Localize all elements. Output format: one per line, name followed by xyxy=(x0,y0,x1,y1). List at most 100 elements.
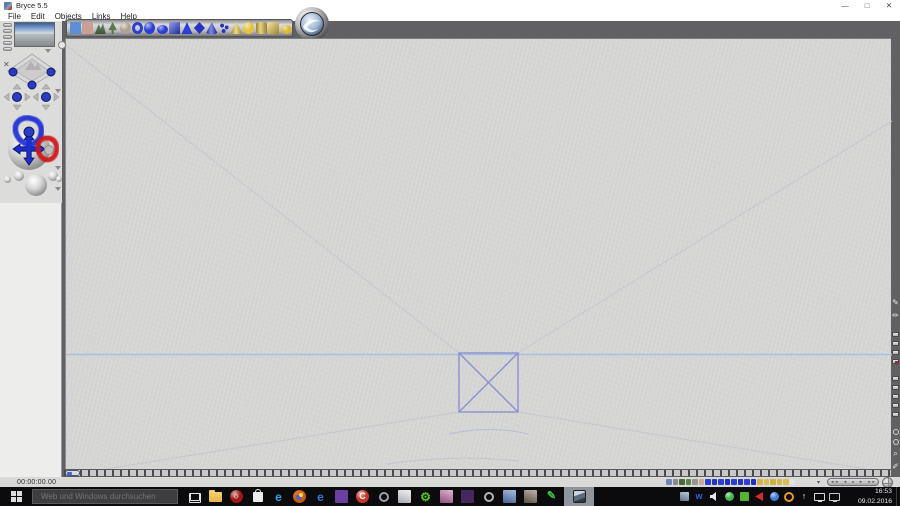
render-mode-button-1[interactable] xyxy=(892,332,899,337)
tool-gap-3[interactable] xyxy=(893,421,899,425)
plop-render-pencil-icon[interactable]: ✎ xyxy=(892,298,900,307)
mini-cone-icon[interactable] xyxy=(744,479,750,485)
tray-sync-icon[interactable] xyxy=(767,487,781,506)
mini-water-icon[interactable] xyxy=(666,479,672,485)
light-cylinder-icon[interactable] xyxy=(255,22,267,34)
mini-sphere-icon[interactable] xyxy=(711,479,717,485)
image-app-button[interactable] xyxy=(499,487,520,506)
palette-switch-button-1[interactable] xyxy=(3,23,12,27)
tray-antivirus-icon[interactable] xyxy=(722,487,736,506)
display-mode-button-2[interactable] xyxy=(892,385,899,390)
mini-torus-icon[interactable] xyxy=(705,479,711,485)
tray-media-icon[interactable] xyxy=(752,487,766,506)
file-explorer-button[interactable] xyxy=(205,487,226,506)
lab-button-2[interactable] xyxy=(892,439,899,445)
android-tool-button[interactable]: ⚙ xyxy=(415,487,436,506)
mini-group-icon[interactable] xyxy=(750,479,756,485)
notes-app-button[interactable] xyxy=(331,487,352,506)
tray-network-icon[interactable] xyxy=(827,487,841,506)
minimize-button[interactable]: — xyxy=(834,0,856,11)
jump-to-start-button[interactable]: ◄◄ xyxy=(830,478,838,486)
light-cone-icon[interactable] xyxy=(231,22,243,34)
utility-button[interactable] xyxy=(478,487,499,506)
ccleaner-button[interactable]: C xyxy=(352,487,373,506)
banking-sphere-1[interactable] xyxy=(4,176,11,183)
tray-photo-icon[interactable] xyxy=(677,487,691,506)
orbit-arrow-controls[interactable] xyxy=(3,83,61,111)
water-preset-icon[interactable] xyxy=(70,22,81,34)
mini-diamond-icon[interactable] xyxy=(737,479,743,485)
pan-cross-arrows-icon[interactable] xyxy=(12,132,46,166)
maximize-button[interactable]: □ xyxy=(856,0,878,11)
bryce-taskbar-button[interactable] xyxy=(564,487,594,506)
display-mode-button-3[interactable] xyxy=(892,394,899,399)
mini-palette-dropdown-icon[interactable]: ▾ xyxy=(817,479,820,486)
menu-edit[interactable]: Edit xyxy=(26,12,50,21)
light-slab-icon[interactable] xyxy=(280,24,292,35)
palette-switch-button-2[interactable] xyxy=(3,29,12,33)
tray-messenger-icon[interactable]: w xyxy=(692,487,706,506)
mini-cube-icon[interactable] xyxy=(724,479,730,485)
hand-tool-icon[interactable]: ✐ xyxy=(892,462,900,471)
mail-app-button[interactable] xyxy=(394,487,415,506)
flat-sphere-primitive-icon[interactable] xyxy=(156,24,168,35)
paint-tool-button[interactable]: ✎ xyxy=(541,487,562,506)
tray-device-icon[interactable]: ↑ xyxy=(797,487,811,506)
internet-explorer-button[interactable]: e xyxy=(268,487,289,506)
taskbar-clock[interactable]: 16:53 09.02.2016 xyxy=(844,487,892,505)
stone-preset-icon[interactable] xyxy=(82,22,94,34)
palette-switch-button-4[interactable] xyxy=(3,41,12,45)
mini-flat-sphere-icon[interactable] xyxy=(718,479,724,485)
spray-render-icon[interactable]: ✏ xyxy=(892,311,900,320)
show-desktop-button[interactable] xyxy=(896,487,900,506)
play-button[interactable]: ● xyxy=(852,478,854,486)
photo-viewer-button[interactable] xyxy=(436,487,457,506)
ground-plane-wireframe[interactable] xyxy=(458,352,519,413)
task-view-button[interactable] xyxy=(184,487,205,506)
panel-handle-icon[interactable] xyxy=(58,41,66,49)
banking-options-arrow-icon[interactable] xyxy=(55,187,61,191)
tree-preset-icon[interactable] xyxy=(108,22,117,34)
torus-primitive-icon[interactable] xyxy=(131,22,143,34)
tray-volume-icon[interactable] xyxy=(707,487,721,506)
tool-gap-2[interactable] xyxy=(893,368,899,372)
mini-terrain-icon[interactable] xyxy=(679,479,685,485)
viewport-canvas[interactable] xyxy=(65,38,892,470)
camera-ball-left[interactable] xyxy=(8,67,18,77)
orbit-ball-right[interactable] xyxy=(41,92,51,102)
mini-light-cone-icon[interactable] xyxy=(757,479,763,485)
tray-graphics-icon[interactable] xyxy=(737,487,751,506)
screenshot-tool-button[interactable] xyxy=(373,487,394,506)
edge-button[interactable]: e xyxy=(310,487,331,506)
palette-switch-button-3[interactable] xyxy=(3,35,12,39)
trackball-options-arrow-icon[interactable] xyxy=(55,166,61,170)
display-mode-button-1[interactable] xyxy=(892,376,899,381)
mini-rock-icon[interactable] xyxy=(692,479,698,485)
mini-pyramid-icon[interactable] xyxy=(731,479,737,485)
timeline-scrubber[interactable] xyxy=(65,470,80,476)
taskbar-search-input[interactable] xyxy=(32,489,178,504)
camera-ball-right[interactable] xyxy=(46,67,56,77)
render-active-button[interactable] xyxy=(892,359,899,364)
banking-sphere-4[interactable] xyxy=(56,176,62,182)
display-mode-button-4[interactable] xyxy=(892,403,899,408)
lab-button-1[interactable] xyxy=(892,429,899,435)
mini-stone-icon[interactable] xyxy=(698,479,704,485)
nano-preview-window[interactable] xyxy=(14,22,55,47)
light-cube-icon[interactable] xyxy=(268,22,280,34)
animation-timeline[interactable] xyxy=(64,469,891,477)
pyramid-primitive-icon[interactable] xyxy=(181,22,193,34)
close-button[interactable]: ✕ xyxy=(878,0,900,11)
photo-editor-button[interactable] xyxy=(520,487,541,506)
render-mode-button-3[interactable] xyxy=(892,350,899,355)
cube-primitive-icon[interactable] xyxy=(169,22,181,34)
movie-app-button[interactable] xyxy=(457,487,478,506)
orbit-options-arrow-icon[interactable] xyxy=(55,89,61,93)
store-button[interactable] xyxy=(247,487,268,506)
tray-display-icon[interactable] xyxy=(812,487,826,506)
menu-file[interactable]: File xyxy=(3,12,26,21)
render-mode-button-2[interactable] xyxy=(892,341,899,346)
step-back-button[interactable]: ◄ xyxy=(843,478,847,486)
tool-gap-1[interactable] xyxy=(893,324,899,328)
mini-light-cube-icon[interactable] xyxy=(776,479,782,485)
